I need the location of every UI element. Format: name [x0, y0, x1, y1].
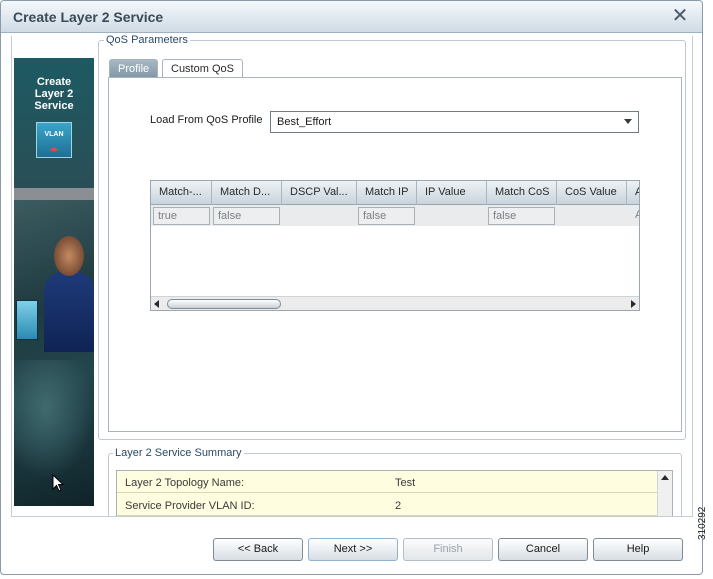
- qos-parameters-legend: QoS Parameters: [104, 34, 190, 46]
- vlan-icon-label: VLAN: [44, 131, 64, 138]
- cell-match-ip[interactable]: false: [358, 207, 415, 225]
- list-item: Service Provider VLAN ID: 2: [117, 494, 657, 516]
- cell-match-cos[interactable]: false: [488, 207, 555, 225]
- cell-match-dscp[interactable]: false: [213, 207, 280, 225]
- cell-cos-value[interactable]: [558, 207, 625, 225]
- photo-monitor: [16, 300, 38, 340]
- load-qos-profile-label: Load From QoS Profile: [150, 114, 263, 126]
- tab-custom-qos[interactable]: Custom QoS: [162, 59, 243, 78]
- close-icon[interactable]: ✕: [668, 4, 692, 28]
- finish-button[interactable]: Finish: [403, 538, 493, 561]
- column-header-ip-value[interactable]: IP Value: [417, 181, 487, 205]
- column-header-match-cos[interactable]: Match CoS: [487, 181, 557, 205]
- column-header-match-dscp[interactable]: Match D...: [212, 181, 282, 205]
- help-button[interactable]: Help: [593, 538, 683, 561]
- next-button[interactable]: Next >>: [308, 538, 398, 561]
- photo-person-body: [44, 272, 94, 352]
- summary-key: Layer 2 Topology Name:: [125, 477, 245, 489]
- scroll-left-icon[interactable]: [154, 300, 159, 308]
- column-header-match[interactable]: Match-...: [151, 181, 212, 205]
- figure-id: 310292: [697, 506, 708, 540]
- service-summary-list: Layer 2 Topology Name: Test Service Prov…: [116, 470, 673, 517]
- photo-glow: [14, 360, 94, 480]
- list-item: Layer 2 Topology Name: Test: [117, 471, 657, 493]
- tab-profile[interactable]: Profile: [109, 59, 159, 78]
- banner-title: Create Layer 2 Service: [34, 76, 74, 112]
- cell-dscp-value[interactable]: [283, 207, 355, 225]
- vertical-scrollbar[interactable]: [657, 471, 672, 517]
- mouse-cursor-icon: [52, 474, 65, 492]
- cell-match[interactable]: true: [153, 207, 210, 225]
- arrows-icon: ◂▸: [49, 144, 59, 154]
- cell-ip-value[interactable]: [418, 207, 485, 225]
- scroll-up-icon[interactable]: [661, 475, 669, 480]
- photo-person-head: [54, 236, 84, 276]
- dialog-title: Create Layer 2 Service: [13, 9, 164, 25]
- summary-value: Test: [395, 477, 416, 489]
- banner-photo: [14, 200, 94, 506]
- scroll-right-icon[interactable]: [631, 300, 636, 308]
- summary-key: Service Provider VLAN ID:: [125, 500, 255, 512]
- chevron-down-icon[interactable]: [624, 119, 632, 124]
- banner-stripe: [14, 188, 94, 200]
- cell-truncated[interactable]: A: [631, 207, 639, 225]
- column-header-cos-value[interactable]: CoS Value: [557, 181, 627, 205]
- service-summary-legend: Layer 2 Service Summary: [113, 447, 244, 459]
- qos-match-table: Match-... Match D... DSCP Val... Match I…: [150, 180, 640, 311]
- scrollbar-thumb[interactable]: [167, 299, 281, 309]
- qos-profile-select[interactable]: Best_Effort: [270, 111, 639, 133]
- column-header-match-ip[interactable]: Match IP: [357, 181, 417, 205]
- column-header-dscp-value[interactable]: DSCP Val...: [282, 181, 357, 205]
- banner-header: Create Layer 2 Service VLAN ◂▸: [14, 58, 94, 188]
- summary-value: 2: [395, 500, 402, 512]
- qos-profile-value: Best_Effort: [277, 116, 332, 128]
- cancel-button[interactable]: Cancel: [498, 538, 588, 561]
- back-button[interactable]: << Back: [213, 538, 303, 561]
- table-row[interactable]: true false false false A: [151, 205, 639, 226]
- horizontal-scrollbar[interactable]: [151, 296, 639, 310]
- table-header: Match-... Match D... DSCP Val... Match I…: [151, 181, 639, 205]
- column-header-truncated[interactable]: A: [627, 181, 639, 205]
- vlan-icon: VLAN ◂▸: [36, 122, 72, 158]
- wizard-banner: Create Layer 2 Service VLAN ◂▸: [14, 58, 94, 506]
- title-bar[interactable]: Create Layer 2 Service ✕: [1, 1, 702, 33]
